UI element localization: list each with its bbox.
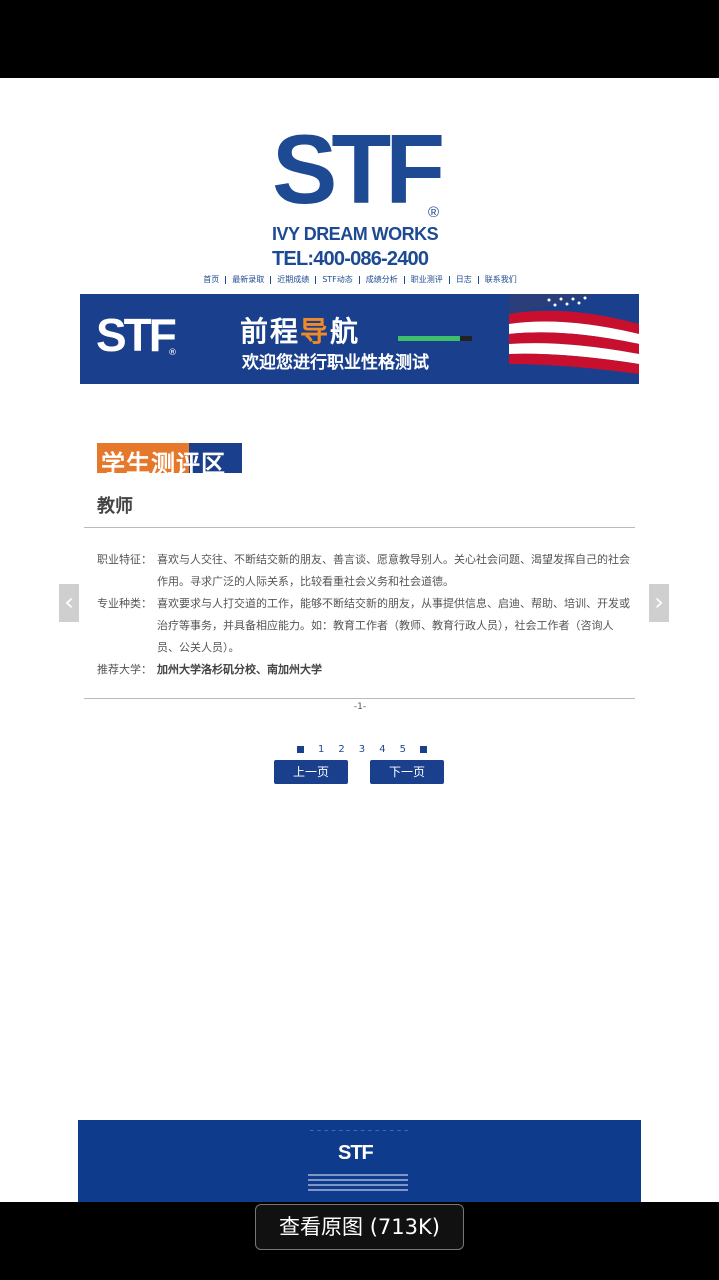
career-traits: 职业特征： 喜欢与人交往、不断结交新的朋友、善言谈、愿意教导别人。关心社会问题、… (97, 549, 637, 593)
top-nav: 首页 最新录取 近期成绩 STF动态 成绩分析 职业测评 日志 联系我们 (170, 276, 550, 284)
nav-item-news[interactable]: STF动态 (316, 276, 360, 284)
footer-text-line (308, 1189, 408, 1191)
site-footer: — — — — — — — — — — — — — — STF (78, 1120, 641, 1202)
page-link[interactable]: 4 (379, 744, 385, 755)
footer-text-line (308, 1179, 408, 1181)
pagination: 1 2 3 4 5 (297, 742, 427, 756)
nav-item-analysis[interactable]: 成绩分析 (360, 276, 405, 284)
recommended-universities: 推荐大学： 加州大学洛杉矶分校、南加州大学 (97, 659, 637, 681)
footer-nav-decoration: — — — — — — — — — — — — — — (309, 1128, 410, 1133)
footer-text-line (308, 1184, 408, 1186)
page-link[interactable]: 5 (400, 744, 406, 755)
footer-logo: STF (338, 1142, 374, 1164)
page-link[interactable]: 2 (338, 744, 344, 755)
universities-text: 加州大学洛杉矶分校、南加州大学 (157, 663, 322, 676)
types-label: 专业种类： (97, 597, 152, 610)
image-page: STF ® IVY DREAM WORKS TEL:400-086-2400 首… (0, 78, 719, 1202)
nav-item-log[interactable]: 日志 (450, 276, 479, 284)
view-original-button[interactable]: 查看原图 (713K) (255, 1204, 464, 1250)
prev-page-button[interactable]: 上一页 (274, 760, 348, 784)
job-title: 教师 (97, 496, 133, 517)
nav-item-contact[interactable]: 联系我们 (479, 276, 523, 284)
nav-item-home[interactable]: 首页 (197, 276, 227, 284)
footer-text-line (308, 1174, 408, 1176)
banner-title: 前程导航 (240, 315, 361, 348)
section-tag: 学生测评区 (97, 443, 242, 478)
next-image-arrow-icon[interactable]: › (649, 584, 669, 622)
telephone: TEL:400-086-2400 (272, 248, 429, 270)
logo-subtitle: IVY DREAM WORKS (272, 224, 439, 244)
universities-label: 推荐大学： (97, 663, 152, 676)
divider (84, 698, 635, 699)
banner-subtitle: 欢迎您进行职业性格测试 (242, 353, 429, 373)
divider (84, 527, 635, 528)
banner-logo: STF (96, 309, 177, 361)
nav-item-career-test[interactable]: 职业测评 (405, 276, 450, 284)
previous-image-arrow-icon[interactable]: ‹ (59, 584, 79, 622)
logo-text: STF (272, 114, 445, 224)
banner-registered-mark: ® (168, 348, 177, 358)
top-status-bar (0, 0, 719, 78)
last-page-icon[interactable] (419, 745, 427, 753)
page-indicator: -1- (353, 702, 367, 712)
banner-progress-decoration (398, 336, 472, 341)
traits-label: 职业特征： (97, 553, 152, 566)
career-banner: STF ® 前程导航 欢迎您进行职业性格测试 (80, 294, 639, 384)
section-tag-label: 学生测评区 (101, 450, 226, 478)
registered-mark: ® (428, 204, 440, 221)
next-page-button[interactable]: 下一页 (370, 760, 444, 784)
nav-item-scores[interactable]: 近期成绩 (271, 276, 317, 284)
nav-item-admissions[interactable]: 最新录取 (226, 276, 272, 284)
traits-text: 喜欢与人交往、不断结交新的朋友、善言谈、愿意教导别人。关心社会问题、渴望发挥自己… (157, 553, 630, 588)
page-link[interactable]: 1 (318, 744, 324, 755)
major-types: 专业种类： 喜欢要求与人打交道的工作，能够不断结交新的朋友，从事提供信息、启迪、… (97, 593, 637, 659)
page-link[interactable]: 3 (359, 744, 365, 755)
types-text: 喜欢要求与人打交道的工作，能够不断结交新的朋友，从事提供信息、启迪、帮助、培训、… (157, 597, 630, 654)
first-page-icon[interactable] (297, 745, 304, 753)
us-flag-image (489, 294, 639, 384)
